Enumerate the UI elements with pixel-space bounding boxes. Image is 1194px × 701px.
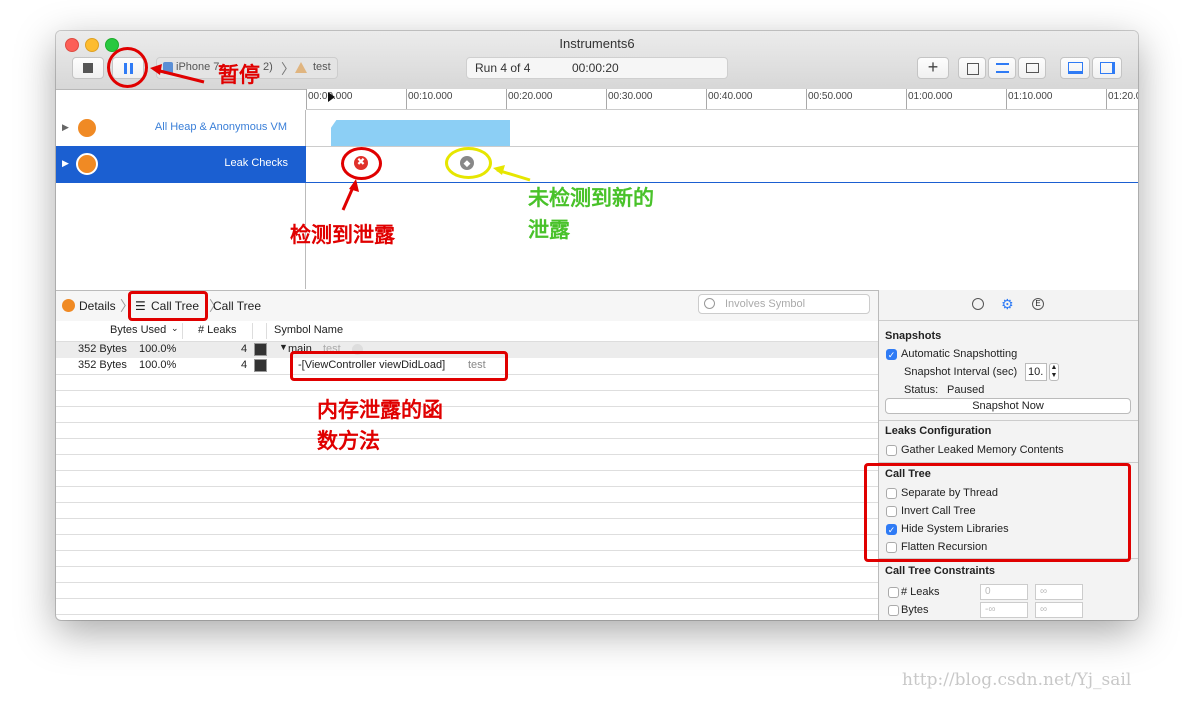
call-tree-highlight-box [128, 291, 208, 321]
leak-highlight-circle [341, 147, 382, 180]
annotation-pause: 暂停 [218, 63, 260, 87]
annotation-leak-detected: 检测到泄露 [290, 223, 395, 247]
pause-arrow-head [150, 64, 162, 75]
annotation-no-new-leak-1: 未检测到新的 [528, 186, 654, 210]
annotation-no-new-leak-2: 泄露 [528, 218, 570, 242]
leak-function-highlight-box [290, 351, 508, 381]
annotation-arrows [150, 64, 531, 211]
watermark: http://blog.csdn.net/Yj_sail [902, 670, 1132, 690]
no-leak-highlight-circle [445, 147, 492, 179]
no-leak-arrow-head [493, 165, 505, 175]
pause-arrow [155, 68, 205, 84]
annotation-leak-function-2: 数方法 [317, 429, 380, 453]
annotation-leak-function-1: 内存泄露的函 [317, 398, 443, 422]
inspector-call-tree-highlight-box [864, 463, 1131, 562]
